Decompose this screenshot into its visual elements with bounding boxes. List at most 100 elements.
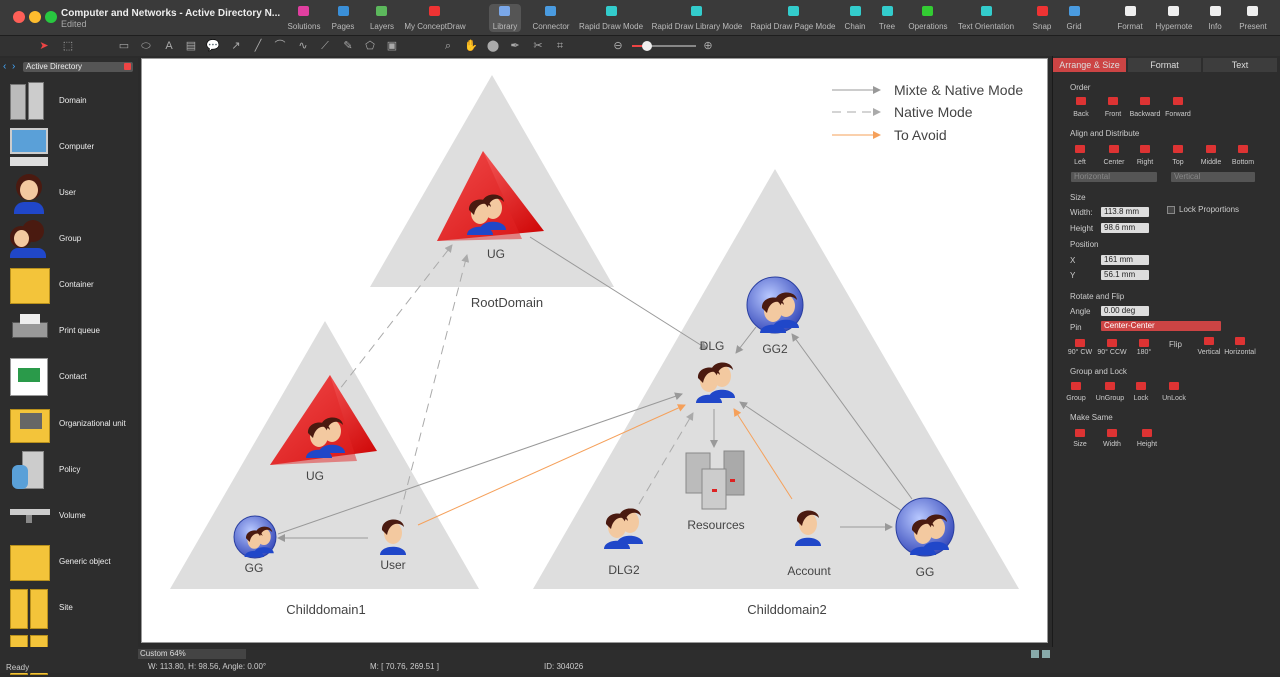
library-item-container[interactable]: Container <box>8 264 136 308</box>
zoom-window-button[interactable] <box>45 11 57 23</box>
curve-tool-icon[interactable]: ∿ <box>296 39 310 53</box>
rotate-90-cw-icon[interactable] <box>1075 339 1085 347</box>
group-lock-icon[interactable] <box>1136 382 1146 390</box>
order-forward-icon[interactable] <box>1173 97 1183 105</box>
library-item-domain[interactable]: Domain <box>8 80 136 124</box>
callout-tool-icon[interactable]: 💬 <box>206 39 220 53</box>
close-window-button[interactable] <box>13 11 25 23</box>
line-tool-icon[interactable]: ╱ <box>251 39 265 53</box>
align-center-icon[interactable] <box>1109 145 1119 153</box>
back-arrow-icon[interactable]: ‹ <box>3 61 6 72</box>
toolbar-my-conceptdraw-button[interactable]: My ConceptDraw <box>404 4 466 31</box>
toolbar-operations-button[interactable]: Operations <box>908 4 948 31</box>
connector-ug-root-dlg[interactable] <box>529 236 708 350</box>
eyedropper-icon[interactable]: ✒ <box>508 39 522 53</box>
search-icon[interactable]: ⌕ <box>441 39 455 53</box>
toolbar-rapid-draw-mode-button[interactable]: Rapid Draw Mode <box>579 4 643 31</box>
group-ungroup-icon[interactable] <box>1105 382 1115 390</box>
width-field[interactable]: 113.8 mm <box>1101 207 1149 217</box>
gg-child1-node[interactable] <box>233 515 277 559</box>
zoom-select[interactable]: Custom 64% <box>138 649 246 659</box>
page-prev-icon[interactable] <box>1031 650 1039 658</box>
text-tool-icon[interactable]: A <box>162 39 176 53</box>
library-item-site[interactable]: Site <box>8 587 136 631</box>
arrow-tool-icon[interactable]: ↗ <box>229 39 243 53</box>
multi-select-tool-icon[interactable]: ⬚ <box>61 39 75 53</box>
library-select[interactable]: Active Directory <box>23 62 133 72</box>
toolbar-tree-button[interactable]: Tree <box>879 4 895 31</box>
toolbar-hypernote-button[interactable]: Hypernote <box>1156 4 1192 31</box>
toolbar-library-button[interactable]: Library <box>488 4 522 32</box>
page-next-icon[interactable] <box>1042 650 1050 658</box>
x-field[interactable]: 161 mm <box>1101 255 1149 265</box>
zoom-slider[interactable] <box>632 41 696 51</box>
order-front-icon[interactable] <box>1108 97 1118 105</box>
toolbar-text-orientation-button[interactable]: Text Orientation <box>958 4 1014 31</box>
group-group-icon[interactable] <box>1071 382 1081 390</box>
rotate-90-ccw-icon[interactable] <box>1107 339 1117 347</box>
library-item-computer[interactable]: Computer <box>8 126 136 170</box>
tab-arrange-size[interactable]: Arrange & Size <box>1053 58 1126 72</box>
align-right-icon[interactable] <box>1140 145 1150 153</box>
same-width-icon[interactable] <box>1107 429 1117 437</box>
pen-tool-icon[interactable]: ✎ <box>341 39 355 53</box>
toolbar-solutions-button[interactable]: Solutions <box>288 4 320 31</box>
toolbar-chain-button[interactable]: Chain <box>845 4 865 31</box>
crop-icon[interactable]: ⌗ <box>553 39 567 53</box>
library-item-group[interactable]: Group <box>8 218 136 262</box>
same-height-icon[interactable] <box>1142 429 1152 437</box>
toolbar-connector-button[interactable]: Connector <box>533 4 569 31</box>
toolbar-pages-button[interactable]: Pages <box>332 4 354 31</box>
flip-vertical-icon[interactable] <box>1204 337 1214 345</box>
zoom-in-icon[interactable]: ⊕ <box>701 39 715 53</box>
minimize-window-button[interactable] <box>29 11 41 23</box>
toolbar-rapid-draw-library-mode-button[interactable]: Rapid Draw Library Mode <box>652 4 742 31</box>
toolbar-layers-button[interactable]: Layers <box>370 4 394 31</box>
pointer-tool-icon[interactable]: ➤ <box>37 39 51 53</box>
toolbar-grid-button[interactable]: Grid <box>1066 4 1082 31</box>
library-item-generic-object[interactable]: Generic object <box>8 541 136 585</box>
library-item-policy[interactable]: Policy <box>8 449 136 493</box>
drawing-canvas[interactable]: Mixte & Native Mode Native Mode To Avoid… <box>141 58 1048 643</box>
polyline-tool-icon[interactable]: ⟋ <box>318 39 332 53</box>
angle-field[interactable]: 0.00 deg <box>1101 306 1149 316</box>
distribute-horizontal-select[interactable]: Horizontal <box>1071 172 1157 182</box>
brush-icon[interactable]: ✂ <box>531 39 545 53</box>
height-field[interactable]: 98.6 mm <box>1101 223 1149 233</box>
toolbar-info-button[interactable]: Info <box>1207 4 1223 31</box>
rotate-180--icon[interactable] <box>1139 339 1149 347</box>
distribute-vertical-select[interactable]: Vertical <box>1171 172 1255 182</box>
arc-tool-icon[interactable]: ⌒ <box>273 39 287 53</box>
toolbar-present-button[interactable]: Present <box>1239 4 1267 31</box>
group-unlock-icon[interactable] <box>1169 382 1179 390</box>
library-item-volume[interactable]: Volume <box>8 495 136 539</box>
zoom-out-icon[interactable]: ⊖ <box>611 39 625 53</box>
diagram-svg[interactable]: Mixte & Native Mode Native Mode To Avoid… <box>142 59 1047 642</box>
zoom-slider-thumb[interactable] <box>642 41 652 51</box>
same-size-icon[interactable] <box>1075 429 1085 437</box>
y-field[interactable]: 56.1 mm <box>1101 270 1149 280</box>
hand-pan-icon[interactable]: ✋ <box>464 39 478 53</box>
align-bottom-icon[interactable] <box>1238 145 1248 153</box>
lock-proportions-checkbox[interactable] <box>1167 206 1175 214</box>
gg-child2-node[interactable] <box>895 497 955 557</box>
tab-text[interactable]: Text <box>1203 58 1277 72</box>
align-left-icon[interactable] <box>1075 145 1085 153</box>
order-backward-icon[interactable] <box>1140 97 1150 105</box>
flip-horizontal-icon[interactable] <box>1235 337 1245 345</box>
gg2-node[interactable] <box>746 276 804 334</box>
shape-tool-icon[interactable]: ⬠ <box>363 39 377 53</box>
library-item-user[interactable]: User <box>8 172 136 216</box>
toolbar-rapid-draw-page-mode-button[interactable]: Rapid Draw Page Mode <box>751 4 835 31</box>
toolbar-snap-button[interactable]: Snap <box>1033 4 1051 31</box>
library-item-organizational-unit[interactable]: Organizational unit <box>8 403 136 447</box>
library-item-contact[interactable]: Contact <box>8 356 136 400</box>
ellipse-tool-icon[interactable]: ⬭ <box>139 39 153 53</box>
textbox-tool-icon[interactable]: ▤ <box>184 39 198 53</box>
order-back-icon[interactable] <box>1076 97 1086 105</box>
tab-format[interactable]: Format <box>1128 58 1201 72</box>
forward-arrow-icon[interactable]: › <box>12 61 15 72</box>
align-middle-icon[interactable] <box>1206 145 1216 153</box>
toolbar-format-button[interactable]: Format <box>1117 4 1143 31</box>
align-top-icon[interactable] <box>1173 145 1183 153</box>
